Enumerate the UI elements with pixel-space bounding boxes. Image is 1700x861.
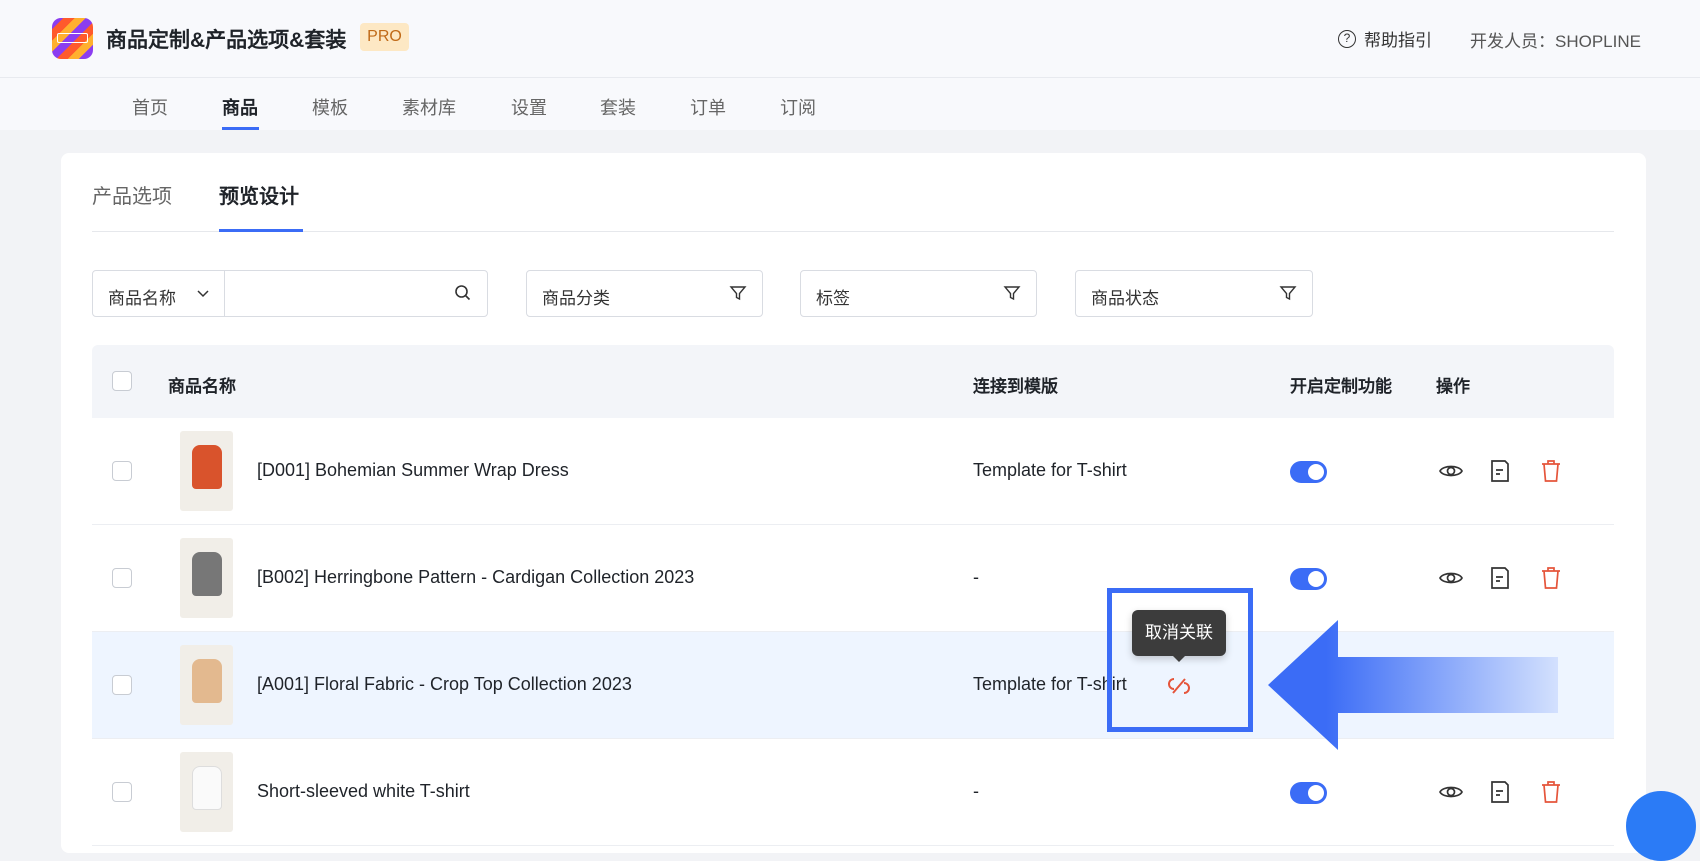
help-icon: ?	[1338, 29, 1356, 48]
product-name[interactable]: Short-sleeved white T-shirt	[257, 781, 470, 802]
document-icon[interactable]	[1487, 565, 1513, 591]
tab-preview-design[interactable]: 预览设计	[219, 180, 299, 209]
trash-icon[interactable]	[1538, 779, 1564, 805]
category-filter-label: 商品分类	[542, 289, 610, 308]
search-group: 商品名称	[92, 270, 488, 317]
chat-button[interactable]	[1626, 791, 1696, 861]
customize-toggle[interactable]	[1290, 568, 1327, 590]
trash-icon[interactable]	[1538, 458, 1564, 484]
eye-icon[interactable]	[1438, 565, 1464, 591]
nav-home[interactable]: 首页	[132, 94, 168, 120]
trash-icon[interactable]	[1538, 565, 1564, 591]
row-checkbox[interactable]	[112, 461, 132, 481]
col-customize: 开启定制功能	[1290, 377, 1392, 396]
nav-products[interactable]: 商品	[222, 94, 258, 120]
unlink-icon[interactable]	[1166, 673, 1192, 699]
template-name: Template for T-shirt	[973, 460, 1127, 480]
app-title: 商品定制&产品选项&套装	[106, 29, 347, 52]
col-name: 商品名称	[168, 377, 236, 396]
template-name: Template for T-shirt	[973, 674, 1127, 694]
category-filter[interactable]: 商品分类	[526, 270, 763, 317]
tag-filter-label: 标签	[816, 289, 850, 308]
nav-subscription[interactable]: 订阅	[780, 94, 816, 120]
status-filter[interactable]: 商品状态	[1075, 270, 1313, 317]
tab-divider	[92, 231, 1614, 232]
product-thumbnail	[180, 538, 233, 618]
eye-icon[interactable]	[1438, 779, 1464, 805]
filter-icon	[1279, 286, 1297, 301]
eye-icon[interactable]	[1438, 458, 1464, 484]
tab-product-options[interactable]: 产品选项	[92, 180, 172, 209]
developer-label: 开发人员：SHOPLINE	[1470, 32, 1641, 51]
document-icon[interactable]	[1487, 458, 1513, 484]
unlink-tooltip: 取消关联	[1132, 610, 1226, 662]
select-all-checkbox[interactable]	[112, 371, 132, 391]
search-field-select[interactable]: 商品名称	[108, 284, 176, 309]
table-row: Short-sleeved white T-shirt -	[92, 739, 1614, 846]
col-template: 连接到模版	[973, 377, 1058, 396]
product-thumbnail	[180, 645, 233, 725]
help-link[interactable]: ? 帮助指引	[1338, 26, 1432, 51]
pro-badge: PRO	[360, 23, 409, 51]
search-icon[interactable]	[453, 283, 473, 303]
table-row: [D001] Bohemian Summer Wrap Dress Templa…	[92, 418, 1614, 525]
main-nav: 首页 商品 模板 素材库 设置 套装 订单 订阅	[0, 78, 1700, 130]
product-thumbnail	[180, 431, 233, 511]
template-name: -	[973, 567, 979, 587]
tab-active-indicator	[219, 229, 303, 232]
filter-icon	[1003, 286, 1021, 301]
nav-templates[interactable]: 模板	[312, 94, 348, 120]
help-label: 帮助指引	[1364, 31, 1432, 50]
customize-toggle[interactable]	[1290, 782, 1327, 804]
arrow-pointer-icon	[1268, 620, 1558, 750]
customize-toggle[interactable]	[1290, 461, 1327, 483]
product-thumbnail	[180, 752, 233, 832]
document-icon[interactable]	[1487, 779, 1513, 805]
row-checkbox[interactable]	[112, 782, 132, 802]
product-name[interactable]: [D001] Bohemian Summer Wrap Dress	[257, 460, 569, 481]
tag-filter[interactable]: 标签	[800, 270, 1037, 317]
nav-assets[interactable]: 素材库	[402, 94, 456, 120]
filter-icon	[729, 286, 747, 301]
nav-active-indicator	[222, 127, 259, 130]
template-name: -	[973, 781, 979, 801]
row-checkbox[interactable]	[112, 568, 132, 588]
nav-settings[interactable]: 设置	[511, 94, 547, 120]
col-actions: 操作	[1436, 377, 1470, 396]
product-name[interactable]: [B002] Herringbone Pattern - Cardigan Co…	[257, 567, 694, 588]
table-row: [B002] Herringbone Pattern - Cardigan Co…	[92, 525, 1614, 632]
nav-orders[interactable]: 订单	[690, 94, 726, 120]
chevron-down-icon	[197, 290, 209, 298]
product-name[interactable]: [A001] Floral Fabric - Crop Top Collecti…	[257, 674, 632, 695]
status-filter-label: 商品状态	[1091, 289, 1159, 308]
nav-bundles[interactable]: 套装	[600, 94, 636, 120]
row-checkbox[interactable]	[112, 675, 132, 695]
app-logo	[52, 18, 93, 59]
search-input[interactable]	[228, 277, 428, 309]
